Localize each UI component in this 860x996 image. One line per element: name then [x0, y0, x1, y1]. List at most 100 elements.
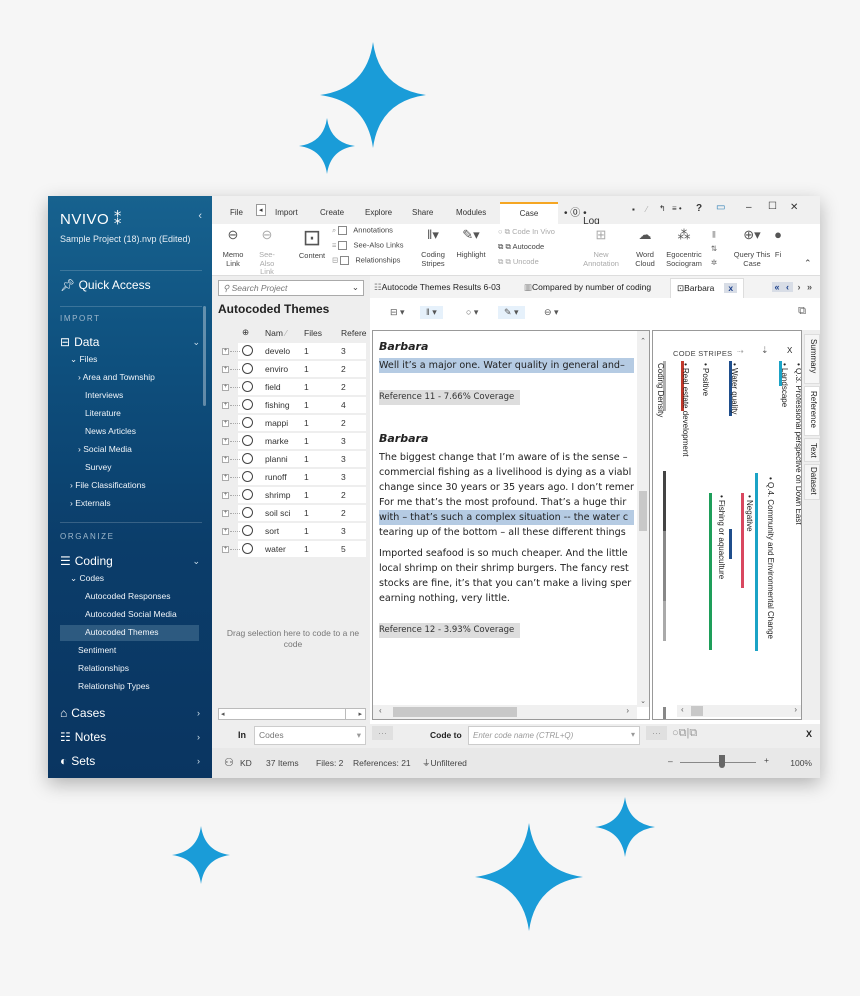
quick-access[interactable]: 📌︎ Quick Access [60, 278, 151, 292]
maximize-button[interactable]: ☐ [768, 201, 777, 212]
text-line[interactable]: with – that’s such a complex situation -… [379, 510, 634, 525]
customize-icon[interactable]: ≡ • [672, 204, 682, 213]
code-row[interactable]: + sort 1 3 [212, 522, 370, 540]
text-line[interactable]: tearing up of the bottom – all these dif… [379, 525, 634, 540]
tab-explore[interactable]: Explore [365, 208, 392, 217]
nav-interviews[interactable]: Interviews [85, 390, 123, 400]
expand-icon[interactable]: + [222, 528, 229, 535]
highlight-button[interactable]: ✎▾ Highlight [454, 227, 488, 260]
tab-autocode-themes-results[interactable]: ☷Autocode Themes Results 6-03 [374, 282, 501, 293]
stripe-label[interactable]: • Landscape [780, 363, 789, 407]
stripe-label[interactable]: • Q.4. Community and Environmental Chang… [766, 477, 775, 639]
nav-data[interactable]: ⊟ Data ⌄ [60, 335, 200, 349]
nav-area-and-township[interactable]: › Area and Township [78, 372, 155, 382]
code-in-vivo-button[interactable]: ○ ⧉ Code In Vivo [498, 227, 568, 243]
list-horizontal-scrollbar[interactable]: ◂ ▸ [218, 708, 366, 720]
coding-density-stripe[interactable] [663, 531, 666, 601]
fi-button[interactable]: ● Fi [772, 227, 784, 260]
nav-survey[interactable]: Survey [85, 462, 111, 472]
document-vertical-scrollbar[interactable]: ⌃ ⌄ [637, 331, 649, 707]
annotations-checkbox[interactable]: ⌕ Annotations [332, 226, 432, 241]
text-line[interactable]: Imported seafood is so much cheaper. And… [379, 546, 634, 561]
filter-status[interactable]: ⏚Unfiltered [422, 757, 467, 769]
tab-case[interactable]: Case [500, 202, 558, 224]
document-horizontal-scrollbar[interactable]: ‹ › [373, 705, 637, 719]
sidebar-scrollbar[interactable] [203, 306, 206, 406]
in-browse-button[interactable]: ··· [372, 726, 393, 740]
nav-relationships[interactable]: Relationships [78, 663, 129, 673]
text-line[interactable]: The biggest change that I’m aware of is … [379, 450, 634, 465]
expand-icon[interactable]: + [222, 384, 229, 391]
expand-icon[interactable]: + [222, 474, 229, 481]
code-row[interactable]: + field 1 2 [212, 378, 370, 396]
expand-icon[interactable]: + [222, 546, 229, 553]
expand-icon[interactable]: + [222, 348, 229, 355]
see-also-link-button[interactable]: ⊖ See-Also Link [254, 227, 280, 277]
nav-relationship-types[interactable]: Relationship Types [78, 681, 150, 691]
tab-file[interactable]: File [230, 208, 243, 217]
login-button[interactable]: • ⓪ Log In • [564, 204, 600, 238]
text-line[interactable]: local shrimp on their shrimp burgers. Th… [379, 561, 634, 576]
close-tab-button[interactable]: x [724, 283, 738, 293]
nav-sets[interactable]: ◐ Sets › [60, 754, 200, 768]
stripe-label[interactable]: • Fishing or aquaculture [717, 495, 726, 579]
nav-social-media[interactable]: › Social Media [78, 444, 132, 454]
annotation-dropdown[interactable]: ○ ▾ [460, 306, 484, 319]
nav-externals[interactable]: › Externals [70, 498, 111, 508]
content-button[interactable]: ⊡ Content [296, 226, 328, 261]
collapse-sidebar-button[interactable]: ‹ [198, 210, 202, 222]
autocode-button[interactable]: ⧉ ⧉ Autocode [498, 242, 568, 258]
zoom-slider-thumb[interactable] [718, 755, 725, 768]
stripe-label[interactable]: • Water quality [730, 363, 739, 414]
code-row[interactable]: + mappi 1 2 [212, 414, 370, 432]
save-icon[interactable]: ▪ [632, 205, 635, 214]
nav-codes[interactable]: ⌄ Codes [70, 573, 104, 584]
column-files[interactable]: Files [304, 328, 322, 338]
tab-share[interactable]: Share [412, 208, 433, 217]
stripe-label[interactable]: • Real estate development [681, 363, 690, 457]
nav-autocoded-themes[interactable]: Autocoded Themes [85, 627, 159, 637]
text-line[interactable]: change since 30 years or 35 years ago. I… [379, 480, 634, 495]
code-row[interactable]: + runoff 1 3 [212, 468, 370, 486]
nav-autocoded-social-media[interactable]: Autocoded Social Media [85, 609, 177, 619]
minimize-button[interactable]: – [746, 202, 752, 213]
close-code-bar-button[interactable]: X [806, 729, 812, 739]
tab-dataset[interactable]: Dataset [804, 464, 820, 500]
nav-literature[interactable]: Literature [85, 408, 121, 418]
text-line[interactable]: For me that’s the most profound. That’s … [379, 495, 634, 510]
nav-notes[interactable]: ☷ Notes › [60, 730, 200, 744]
expand-icon[interactable]: + [222, 438, 229, 445]
code-row[interactable]: + shrimp 1 2 [212, 486, 370, 504]
search-project-input[interactable]: ⚲ Search Project ⌄ [218, 280, 364, 296]
coding-stripes-dropdown[interactable]: ǁ ▾ [420, 306, 443, 319]
memo-link-button[interactable]: ⊖ Memo Link [222, 227, 244, 268]
tab-modules[interactable]: Modules [456, 208, 486, 217]
new-annotation-button[interactable]: ⊞ New Annotation [580, 227, 622, 268]
coding-density-stripe[interactable] [663, 601, 666, 641]
zoom-in-button[interactable]: + [764, 755, 769, 765]
word-cloud-button[interactable]: ☁ Word Cloud [632, 227, 658, 268]
stripe-q4[interactable] [755, 473, 758, 651]
stripes-horizontal-scrollbar[interactable]: ‹ › [677, 705, 801, 717]
expand-icon[interactable]: + [222, 510, 229, 517]
tab-create[interactable]: Create [320, 208, 344, 217]
link-dropdown[interactable]: ⊖ ▾ [538, 306, 565, 319]
code-row[interactable]: + soil sci 1 2 [212, 504, 370, 522]
code-row[interactable]: + fishing 1 4 [212, 396, 370, 414]
query-this-case-button[interactable]: ⊕▾ Query This Case [732, 227, 772, 268]
text-line[interactable]: Well it’s a major one. Water quality in … [379, 358, 634, 373]
stripe-label[interactable]: • Negative [745, 495, 754, 532]
tab-import[interactable]: Import [275, 208, 298, 217]
expand-icon[interactable]: + [222, 402, 229, 409]
collapse-ribbon-button[interactable]: ⌃ [804, 258, 812, 268]
chart-options[interactable]: ⫼ ⇅ ✲ [708, 228, 720, 270]
nav-file-classifications[interactable]: › File Classifications [70, 480, 146, 490]
see-also-links-checkbox[interactable]: ≡ See-Also Links [332, 241, 432, 256]
in-select[interactable]: Codes ▾ [254, 726, 366, 745]
text-line[interactable]: stocks are fine, it’s that you can’t mak… [379, 576, 634, 591]
code-row[interactable]: + develo 1 3 [212, 342, 370, 360]
code-row[interactable]: + marke 1 3 [212, 432, 370, 450]
code-to-browse-button[interactable]: ··· [646, 726, 667, 740]
add-code-icon[interactable]: ⊕ [242, 327, 249, 338]
tab-text[interactable]: Text [804, 438, 820, 462]
